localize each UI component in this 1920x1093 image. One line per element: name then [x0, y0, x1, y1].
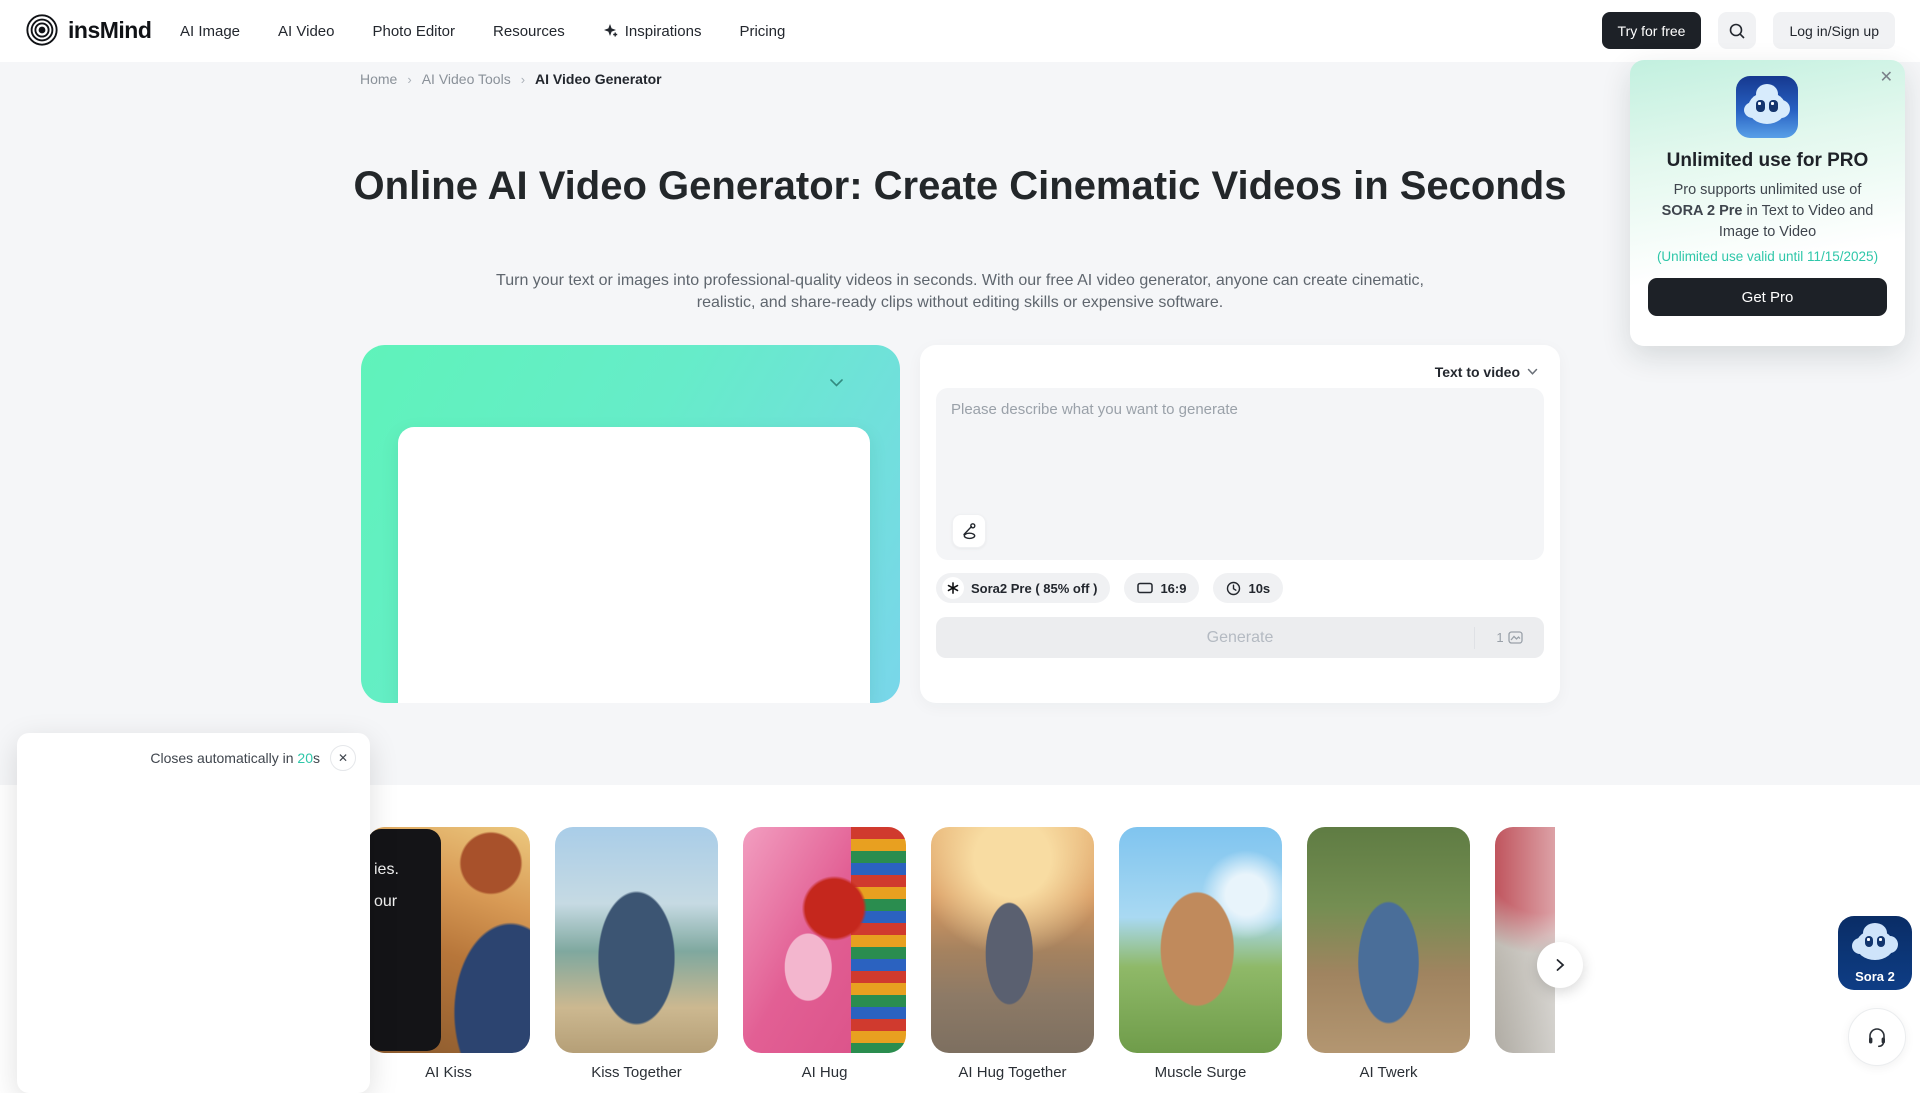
- video-thumbnail: [743, 827, 906, 1053]
- video-card-ai-hug[interactable]: AI Hug: [743, 827, 906, 1080]
- video-card-label: AI Twerk: [1307, 1064, 1470, 1080]
- video-card-ai-hug-together[interactable]: AI Hug Together: [931, 827, 1094, 1080]
- nav-inspirations[interactable]: Inspirations: [603, 23, 702, 40]
- aspect-ratio-chip[interactable]: 16:9: [1124, 573, 1199, 603]
- login-signup-button[interactable]: Log in/Sign up: [1773, 12, 1895, 49]
- breadcrumb-ai-video-tools[interactable]: AI Video Tools: [422, 71, 511, 87]
- sparkle-icon: [603, 23, 619, 39]
- video-thumbnail: ies. our: [367, 827, 530, 1053]
- support-button[interactable]: [1848, 1008, 1906, 1066]
- get-pro-button[interactable]: Get Pro: [1648, 278, 1887, 316]
- aspect-ratio-icon: [1137, 582, 1153, 594]
- header-actions: Try for free Log in/Sign up: [1602, 12, 1895, 49]
- video-thumbnail: [1307, 827, 1470, 1053]
- video-thumbnail: [555, 827, 718, 1053]
- pro-card-title: Unlimited use for PRO: [1630, 150, 1905, 172]
- video-thumbnail: [1495, 827, 1555, 1053]
- search-icon: [1728, 22, 1746, 40]
- brand-name: insMind: [68, 17, 151, 44]
- breadcrumb-current-page: AI Video Generator: [535, 71, 662, 87]
- video-card-label: AI Kiss: [367, 1064, 530, 1080]
- auto-close-popup: Closes automatically in 20s ✕: [17, 733, 370, 1093]
- generate-button[interactable]: Generate 1: [936, 617, 1544, 658]
- breadcrumb-separator: ›: [521, 72, 525, 87]
- close-icon[interactable]: ✕: [1880, 70, 1893, 86]
- generate-label: Generate: [936, 629, 1474, 647]
- model-chip-label: Sora2 Pre ( 85% off ): [971, 581, 1097, 596]
- close-icon[interactable]: ✕: [330, 745, 356, 771]
- nav-ai-image[interactable]: AI Image: [180, 23, 240, 40]
- video-card-label: AI Hug: [743, 1064, 906, 1080]
- video-thumbnail: [931, 827, 1094, 1053]
- openai-logo-icon: [942, 577, 964, 599]
- try-for-free-button[interactable]: Try for free: [1602, 12, 1702, 49]
- video-card-ai-twerk[interactable]: AI Twerk: [1307, 827, 1470, 1080]
- video-card-muscle-surge[interactable]: Muscle Surge: [1119, 827, 1282, 1080]
- credit-icon: [1508, 631, 1523, 644]
- pro-validity-note: (Unlimited use valid until 11/15/2025): [1630, 249, 1905, 264]
- sora-cloud-icon: [1853, 922, 1897, 962]
- generation-settings: Sora2 Pre ( 85% off ) 16:9 10s: [936, 573, 1283, 603]
- generator-panel: Text to video: [920, 345, 1560, 703]
- prompt-pen-button[interactable]: [952, 514, 986, 548]
- search-button[interactable]: [1718, 12, 1756, 49]
- nav-ai-video[interactable]: AI Video: [278, 23, 334, 40]
- video-card-label: Muscle Surge: [1119, 1064, 1282, 1080]
- chevron-right-icon: [1553, 958, 1567, 972]
- video-preview-panel: [361, 345, 900, 703]
- clock-icon: [1226, 581, 1241, 596]
- pro-card-body: Pro supports unlimited use of SORA 2 Pre…: [1652, 180, 1883, 243]
- chevron-down-icon: [1527, 368, 1538, 376]
- model-chip[interactable]: Sora2 Pre ( 85% off ): [936, 573, 1110, 603]
- effects-carousel: ies. our AI Kiss Kiss Together AI Hug AI…: [367, 827, 1555, 1080]
- prompt-input[interactable]: [951, 401, 1529, 513]
- mode-selector[interactable]: Text to video: [1435, 364, 1544, 380]
- breadcrumb-separator: ›: [407, 72, 411, 87]
- breadcrumb: Home › AI Video Tools › AI Video Generat…: [360, 71, 662, 87]
- video-card-ai-kiss[interactable]: ies. our AI Kiss: [367, 827, 530, 1080]
- mode-selector-label: Text to video: [1435, 364, 1520, 380]
- carousel-next-button[interactable]: [1537, 942, 1583, 988]
- nav-pricing[interactable]: Pricing: [739, 23, 785, 40]
- nav-resources[interactable]: Resources: [493, 23, 565, 40]
- pen-sketch-icon: [960, 522, 979, 541]
- prompt-box: [936, 388, 1544, 560]
- insmind-logo-icon: [25, 13, 59, 47]
- sora-badge-label: Sora 2: [1838, 969, 1912, 984]
- popup-countdown: Closes automatically in 20s: [150, 750, 320, 766]
- credit-cost: 1: [1474, 627, 1544, 649]
- main-nav: AI Image AI Video Photo Editor Resources…: [180, 0, 785, 62]
- page-subtitle: Turn your text or images into profession…: [490, 270, 1430, 314]
- chevron-down-icon[interactable]: [829, 378, 844, 388]
- brand-logo[interactable]: insMind: [25, 13, 151, 47]
- video-thumbnail: [1119, 827, 1282, 1053]
- sora2-floating-badge[interactable]: Sora 2: [1838, 916, 1912, 990]
- top-navigation-bar: insMind AI Image AI Video Photo Editor R…: [0, 0, 1920, 62]
- nav-photo-editor[interactable]: Photo Editor: [372, 23, 455, 40]
- preview-inner-card: [398, 427, 870, 703]
- sora-app-icon: [1736, 76, 1798, 138]
- video-card-label: Kiss Together: [555, 1064, 718, 1080]
- duration-label: 10s: [1248, 581, 1270, 596]
- duration-chip[interactable]: 10s: [1213, 573, 1283, 603]
- headset-icon: [1865, 1025, 1889, 1049]
- credit-count: 1: [1496, 630, 1503, 645]
- aspect-ratio-label: 16:9: [1160, 581, 1186, 596]
- breadcrumb-home[interactable]: Home: [360, 71, 397, 87]
- thumbnail-text-overlay: ies. our: [367, 829, 441, 1051]
- video-card-kiss-together[interactable]: Kiss Together: [555, 827, 718, 1080]
- video-card-label: AI Hug Together: [931, 1064, 1094, 1080]
- pro-promo-card: ✕ Unlimited use for PRO Pro supports unl…: [1630, 60, 1905, 346]
